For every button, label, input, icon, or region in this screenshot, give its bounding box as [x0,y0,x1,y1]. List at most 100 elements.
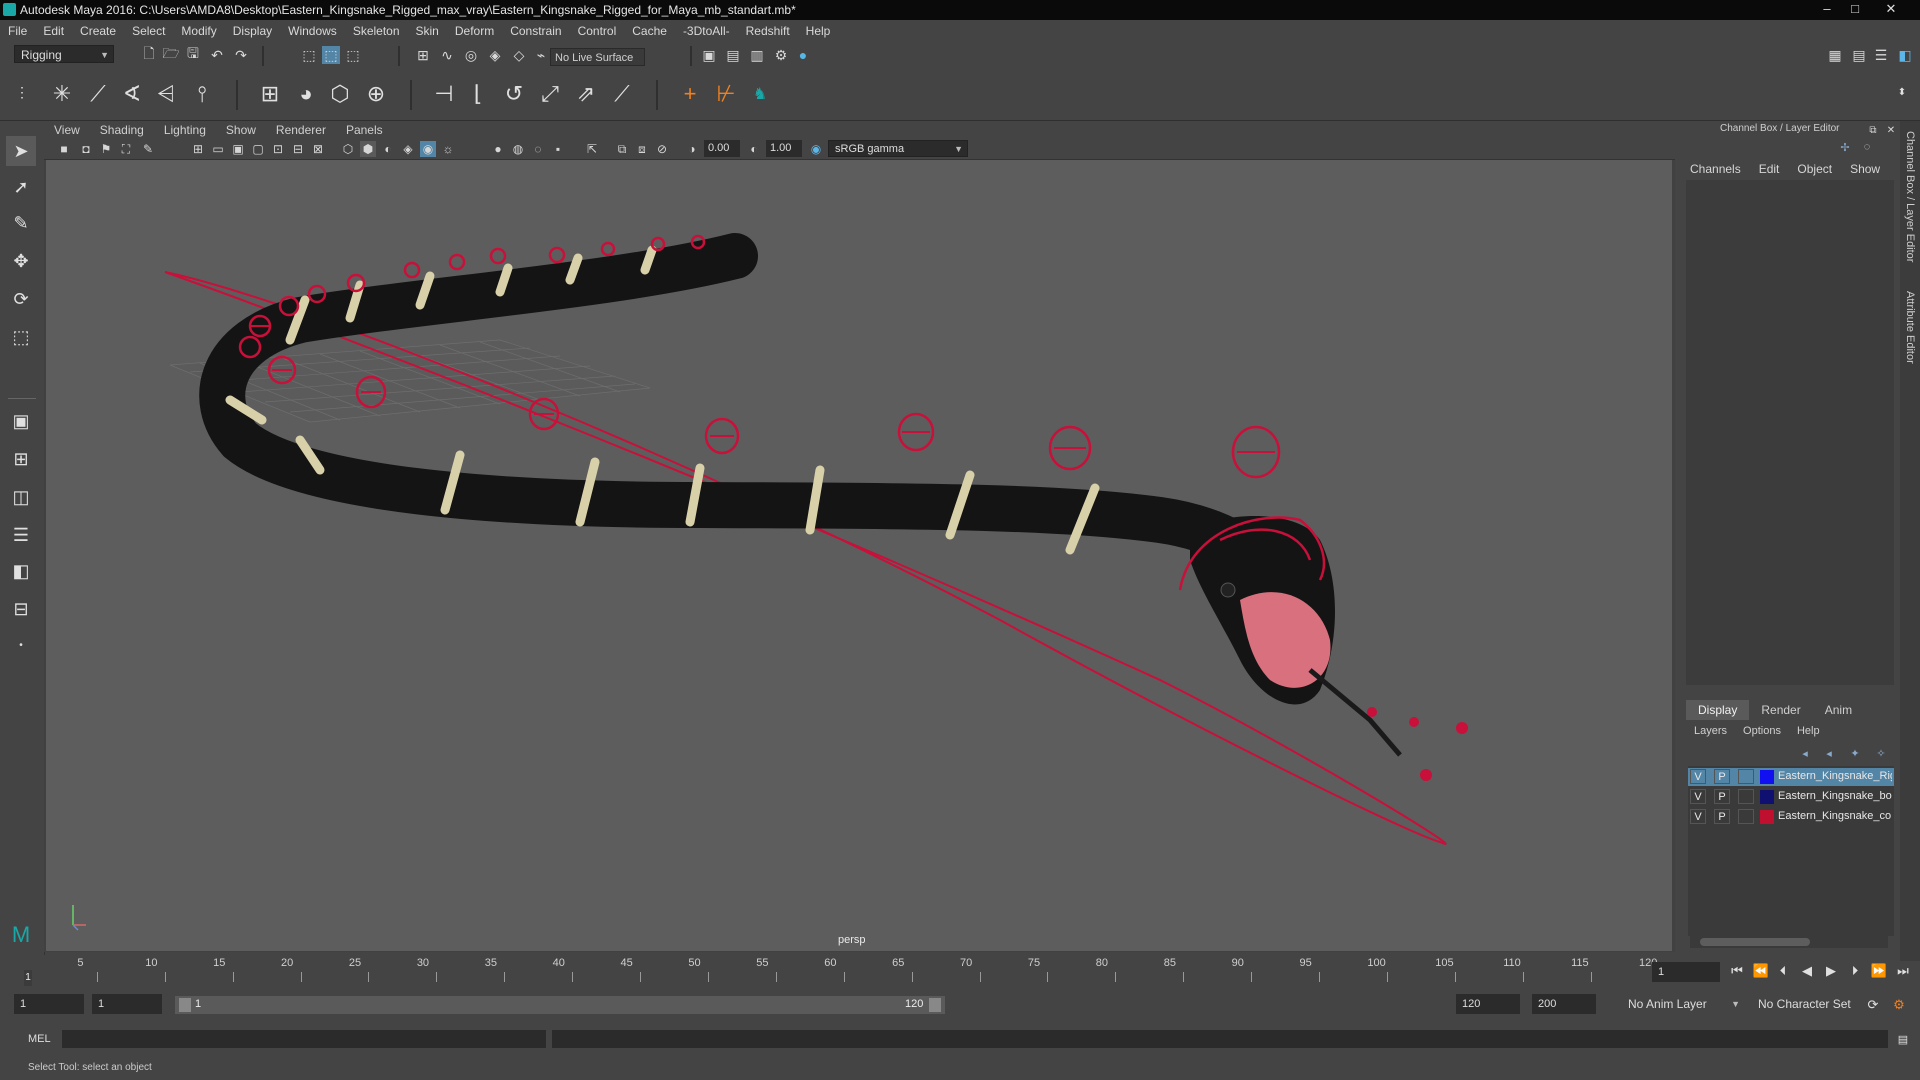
menu-create[interactable]: Create [72,24,124,38]
layer-display-type[interactable] [1738,769,1754,784]
smooth-shade-icon[interactable]: ⬢ [360,141,376,157]
rotate-tool-icon[interactable]: ⟳ [6,284,36,314]
pole-vector-icon[interactable]: ⟋ [608,80,636,108]
gamma-icon[interactable]: ◐ [746,141,762,157]
3d-viewport[interactable] [46,160,1672,951]
parent-constraint-icon[interactable]: ⊣ [430,80,458,108]
grid-toggle-icon[interactable]: ⊞ [190,141,206,157]
single-pane-layout-icon[interactable]: ▣ [6,406,36,436]
point-constraint-icon[interactable]: ⌊ [464,80,492,108]
graph-layout-icon[interactable]: ◧ [6,556,36,586]
command-input[interactable] [62,1030,546,1048]
paint-select-icon[interactable]: ✎ [6,208,36,238]
end-time-field[interactable]: 200 [1532,994,1596,1014]
animation-preferences-icon[interactable]: ⚙ [1890,996,1908,1014]
menu-deform[interactable]: Deform [447,24,502,38]
modeling-toolkit-icon[interactable]: ▦ [1826,46,1844,64]
menu-edit[interactable]: Edit [35,24,72,38]
current-frame-field[interactable]: 1 [1652,962,1720,982]
menu-skin[interactable]: Skin [408,24,447,38]
select-component-icon[interactable]: ⬚ [344,46,362,64]
cb-menu-channels[interactable]: Channels [1690,162,1741,176]
snap-view-icon[interactable]: ◈ [486,46,504,64]
paint-weights-icon[interactable]: ◕ [292,80,320,108]
cluster-icon[interactable]: ⊕ [362,80,390,108]
move-layer-down-icon[interactable]: ◂ [1820,744,1838,762]
vp-menu-shading[interactable]: Shading [90,123,154,137]
tab-render[interactable]: Render [1749,700,1812,720]
auto-key-icon[interactable]: ⟳ [1864,996,1882,1014]
step-forward-key-icon[interactable]: ⏩ [1870,962,1888,980]
select-tool-icon[interactable]: ➤ [6,136,36,166]
layer-playback-toggle[interactable]: P [1714,769,1730,784]
playback-start-field[interactable]: 1 [92,994,162,1014]
snap-live-icon[interactable]: ⌁ [532,46,550,64]
step-back-frame-icon[interactable]: ⏴ [1774,962,1792,980]
anim-layer-dropdown[interactable]: No Anim Layer ▼ [1622,995,1744,1013]
layer-visibility-toggle[interactable]: V [1690,789,1706,804]
tab-attribute-editor[interactable]: Attribute Editor [1904,291,1916,364]
isolate-select-icon[interactable]: ⇱ [584,141,600,157]
hypershade-layout-icon[interactable]: ⊟ [6,594,36,624]
wireframe-on-shaded-icon[interactable]: ◐ [380,141,396,157]
lattice-icon[interactable]: ⬡ [326,80,354,108]
channel-tool-icon[interactable]: ✢ [1836,138,1854,156]
depth-of-field-icon[interactable]: ▪ [550,141,566,157]
layer-color-swatch[interactable] [1760,790,1774,804]
ik-handle-icon[interactable]: ⟋ [84,80,112,108]
time-slider[interactable] [20,955,1675,987]
insert-joint-icon[interactable]: ⩤ [152,80,180,108]
move-tool-icon[interactable]: ✥ [6,246,36,276]
hypershade-icon[interactable]: ● [794,46,812,64]
layer-menu-help[interactable]: Help [1797,725,1820,737]
tool-settings-toggle-icon[interactable]: ☰ [1872,46,1890,64]
new-scene-icon[interactable]: 🗋 [140,45,158,64]
select-object-icon[interactable]: ⬚ [322,46,340,64]
character-set-dropdown[interactable]: No Character Set [1752,995,1862,1013]
four-pane-layout-icon[interactable]: ⊞ [6,444,36,474]
menu-file[interactable]: File [0,24,35,38]
layer-row[interactable]: V P Eastern_Kingsnake_Rig [1688,768,1894,786]
layer-display-type[interactable] [1738,789,1754,804]
snap-surface-icon[interactable]: ◇ [510,46,528,64]
grease-pencil-icon[interactable]: ✎ [140,141,156,157]
channel-box-toggle-icon[interactable]: ◧ [1896,46,1914,64]
camera-attributes-icon[interactable]: ◘ [78,141,94,157]
ik-spline-icon[interactable]: ∢ [118,80,146,108]
layer-menu-layers[interactable]: Layers [1694,725,1727,737]
snap-curve-icon[interactable]: ∿ [438,46,456,64]
maximize-button[interactable]: □ [1844,1,1866,17]
undo-icon[interactable]: ↶ [208,46,226,64]
gate-mask-icon[interactable]: ▢ [250,141,266,157]
vp-menu-lighting[interactable]: Lighting [154,123,216,137]
range-slider[interactable]: 1 120 [175,996,945,1014]
vp-menu-panels[interactable]: Panels [336,123,393,137]
open-scene-icon[interactable]: 🗁 [162,45,180,64]
script-language-label[interactable]: MEL [28,1033,51,1045]
scrollbar-thumb[interactable] [1700,938,1810,946]
play-forward-icon[interactable]: ▶ [1822,962,1840,980]
script-editor-icon[interactable]: ▤ [1894,1030,1912,1048]
tab-channel-box[interactable]: Channel Box / Layer Editor [1904,131,1916,262]
xray-joints-icon[interactable]: ⧈ [634,141,650,157]
go-to-start-icon[interactable]: ⏮ [1728,962,1746,980]
menu-constrain[interactable]: Constrain [502,24,569,38]
lasso-tool-icon[interactable]: ➚ [6,172,36,202]
save-scene-icon[interactable]: 🖫 [184,45,202,64]
outliner-layout-icon[interactable]: ☰ [6,520,36,550]
anti-aliasing-icon[interactable]: ◌ [530,141,546,157]
cb-menu-edit[interactable]: Edit [1759,162,1780,176]
orient-constraint-icon[interactable]: ↺ [500,80,528,108]
set-driven-key-icon[interactable]: ⊬ [712,80,740,108]
current-time-marker[interactable]: 1 [24,970,32,986]
play-backward-icon[interactable]: ◀ [1798,962,1816,980]
render-settings-icon[interactable]: ⚙ [772,46,790,64]
snap-point-icon[interactable]: ◎ [462,46,480,64]
step-back-key-icon[interactable]: ⏪ [1752,962,1770,980]
safe-title-icon[interactable]: ⊠ [310,141,326,157]
menu-windows[interactable]: Windows [280,24,345,38]
scale-tool-icon[interactable]: ⬚ [6,322,36,352]
bind-skin-icon[interactable]: ⊞ [256,80,284,108]
safe-action-icon[interactable]: ⊟ [290,141,306,157]
vp-menu-show[interactable]: Show [216,123,266,137]
